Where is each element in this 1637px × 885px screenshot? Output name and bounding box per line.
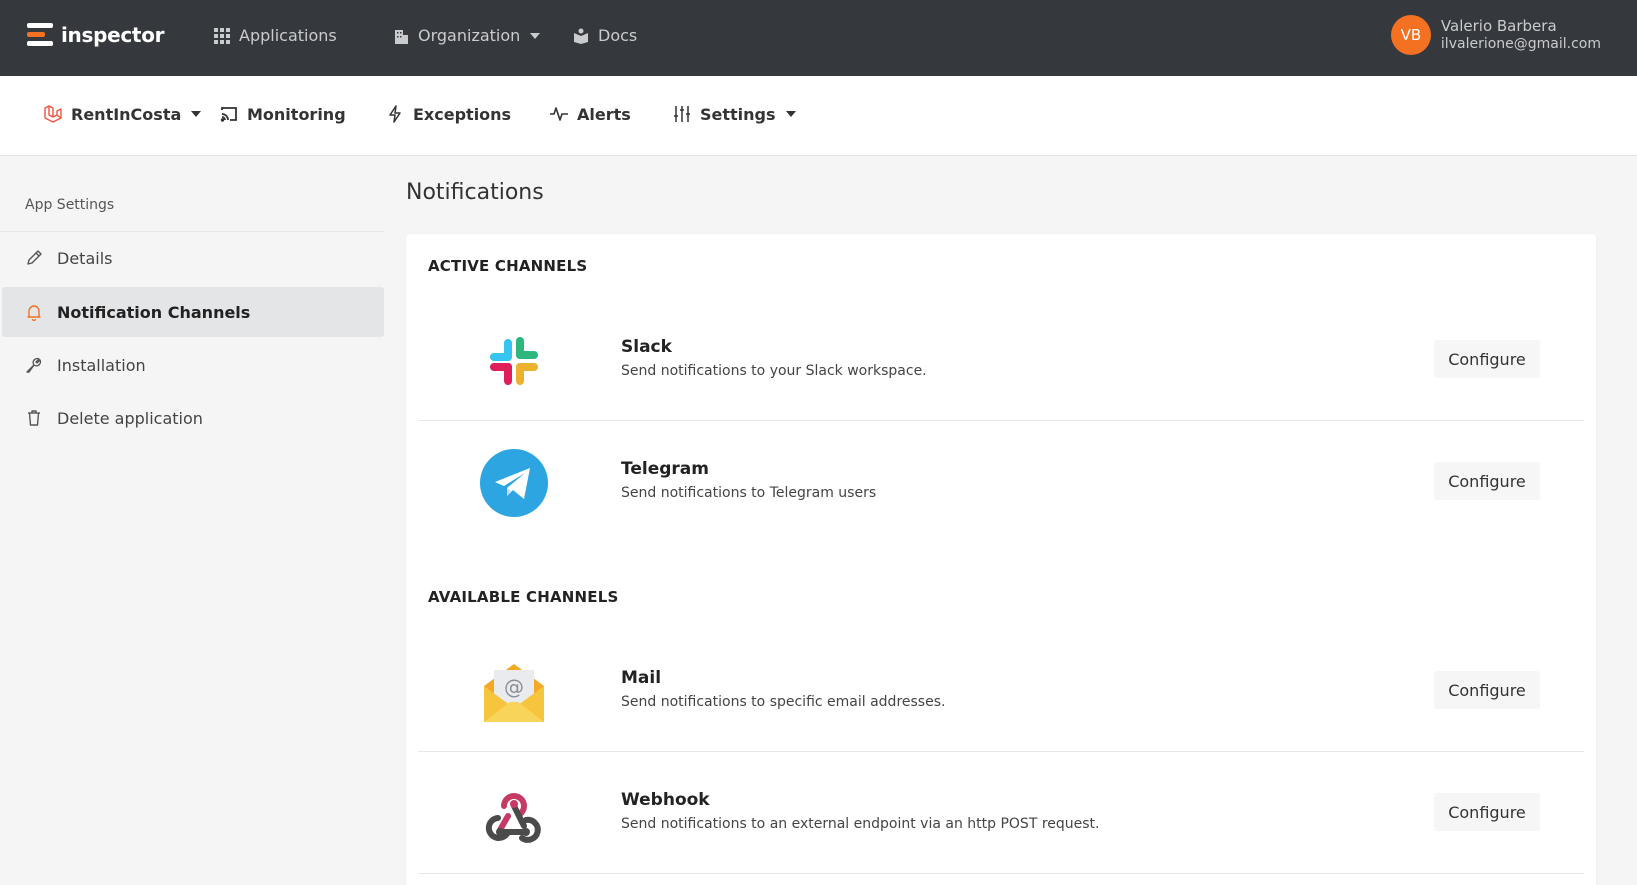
channel-description: Send notifications to Telegram users — [621, 485, 877, 501]
channel-name: Slack — [621, 337, 672, 357]
bell-icon — [27, 305, 41, 321]
topnav-organization-label: Organization — [418, 26, 521, 45]
available-channels-heading: AVAILABLE CHANNELS — [428, 588, 619, 606]
topnav-docs[interactable]: Docs — [572, 26, 637, 45]
channel-mail: @ Mail Send notifications to specific em… — [418, 630, 1584, 752]
channel-description: Send notifications to specific email add… — [621, 694, 946, 710]
chevron-down-icon — [785, 111, 796, 117]
channel-slack: Slack Send notifications to your Slack w… — [418, 299, 1584, 421]
webhook-icon — [485, 793, 541, 843]
topnav-organization[interactable]: Organization — [392, 26, 541, 45]
tab-alerts[interactable]: Alerts — [549, 104, 631, 124]
brand-logo[interactable]: inspector — [27, 22, 165, 48]
inspector-logo-icon — [27, 22, 53, 48]
avatar: VB — [1390, 15, 1431, 55]
chevron-down-icon — [530, 32, 541, 39]
channel-name: Webhook — [621, 790, 710, 810]
topnav-applications[interactable]: Applications — [213, 26, 337, 45]
tab-exceptions[interactable]: Exceptions — [385, 104, 511, 124]
configure-slack-button[interactable]: Configure — [1434, 340, 1540, 378]
app-nav: RentInCosta Monitoring Exceptions Alerts… — [0, 76, 1637, 156]
app-selector-label: RentInCosta — [71, 104, 182, 124]
user-name: Valerio Barbera — [1440, 17, 1557, 35]
user-email: ilvalerione@gmail.com — [1440, 36, 1601, 52]
configure-webhook-button[interactable]: Configure — [1434, 793, 1540, 831]
activity-icon — [550, 107, 568, 121]
envelope-icon: @ — [484, 664, 544, 722]
channel-webhook: Webhook Send notifications to an externa… — [418, 752, 1584, 874]
laravel-icon — [44, 105, 62, 123]
topnav-docs-label: Docs — [598, 26, 638, 45]
page-title: Notifications — [406, 180, 544, 205]
chevron-down-icon — [191, 111, 202, 117]
notifications-card: ACTIVE CHANNELS Slack Send notifications… — [406, 234, 1596, 885]
tab-monitoring[interactable]: Monitoring — [219, 104, 346, 124]
sidebar-item-label: Details — [57, 248, 113, 268]
top-bar: inspector Applications Organization Docs… — [0, 0, 1637, 76]
tab-alerts-label: Alerts — [577, 104, 631, 124]
building-icon — [395, 29, 408, 44]
trash-icon — [28, 410, 40, 426]
wrench-icon — [26, 357, 42, 373]
tab-exceptions-label: Exceptions — [413, 104, 512, 124]
slack-icon — [490, 337, 538, 385]
pencil-icon — [27, 250, 42, 265]
sidebar-item-notification-channels[interactable]: Notification Channels — [2, 287, 384, 337]
sidebar-heading: App Settings — [25, 197, 115, 213]
brand-name: inspector — [61, 23, 165, 47]
configure-telegram-button[interactable]: Configure — [1434, 462, 1540, 500]
lightning-icon — [389, 105, 401, 123]
sidebar-item-delete-application[interactable]: Delete application — [2, 393, 384, 443]
sidebar-item-label: Delete application — [57, 408, 203, 428]
sidebar-divider — [0, 231, 384, 232]
cast-icon — [220, 107, 237, 122]
user-menu[interactable]: VB Valerio Barbera ilvalerione@gmail.com — [1390, 15, 1601, 55]
channel-name: Mail — [621, 668, 662, 688]
topnav-applications-label: Applications — [239, 26, 337, 45]
sidebar-item-details[interactable]: Details — [2, 233, 384, 283]
app-selector[interactable]: RentInCosta — [43, 104, 202, 124]
telegram-icon — [480, 449, 548, 517]
sliders-icon — [674, 106, 690, 122]
sidebar-item-label: Installation — [57, 355, 146, 375]
sidebar-item-label: Notification Channels — [57, 302, 251, 322]
configure-mail-button[interactable]: Configure — [1434, 671, 1540, 709]
tab-monitoring-label: Monitoring — [247, 104, 346, 124]
sidebar-item-installation[interactable]: Installation — [2, 340, 384, 390]
tab-settings[interactable]: Settings — [672, 104, 796, 124]
channel-description: Send notifications to your Slack workspa… — [621, 363, 927, 379]
grid-icon — [214, 27, 230, 44]
channel-description: Send notifications to an external endpoi… — [621, 816, 1100, 832]
channel-telegram: Telegram Send notifications to Telegram … — [418, 421, 1584, 543]
svg-text:@: @ — [504, 675, 524, 699]
active-channels-heading: ACTIVE CHANNELS — [428, 257, 588, 275]
book-icon — [574, 28, 588, 44]
channel-name: Telegram — [621, 459, 709, 479]
tab-settings-label: Settings — [700, 104, 776, 124]
